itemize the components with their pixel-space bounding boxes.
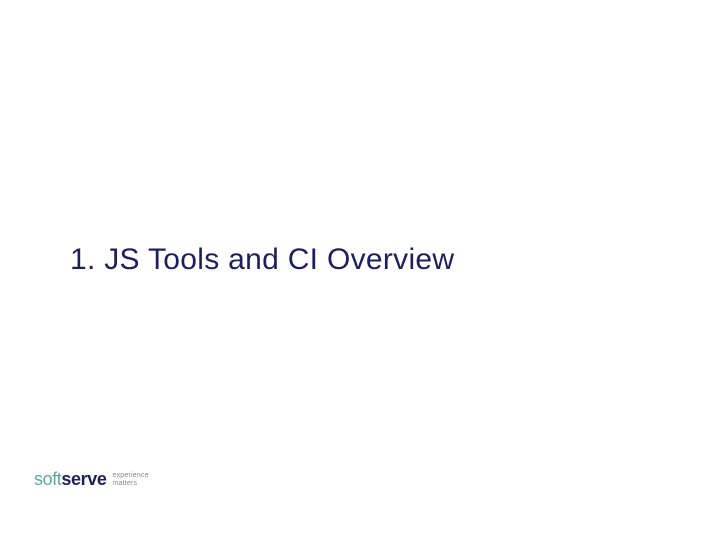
company-logo: softserve experience matters <box>34 470 149 488</box>
logo-tagline: experience matters <box>112 472 148 487</box>
logo-text: softserve <box>34 470 106 488</box>
tagline-line1: experience <box>112 472 148 480</box>
logo-part-soft: soft <box>34 469 61 489</box>
slide-title: 1. JS Tools and CI Overview <box>70 243 454 277</box>
logo-part-serve: serve <box>61 469 106 489</box>
tagline-line2: matters <box>112 480 148 488</box>
